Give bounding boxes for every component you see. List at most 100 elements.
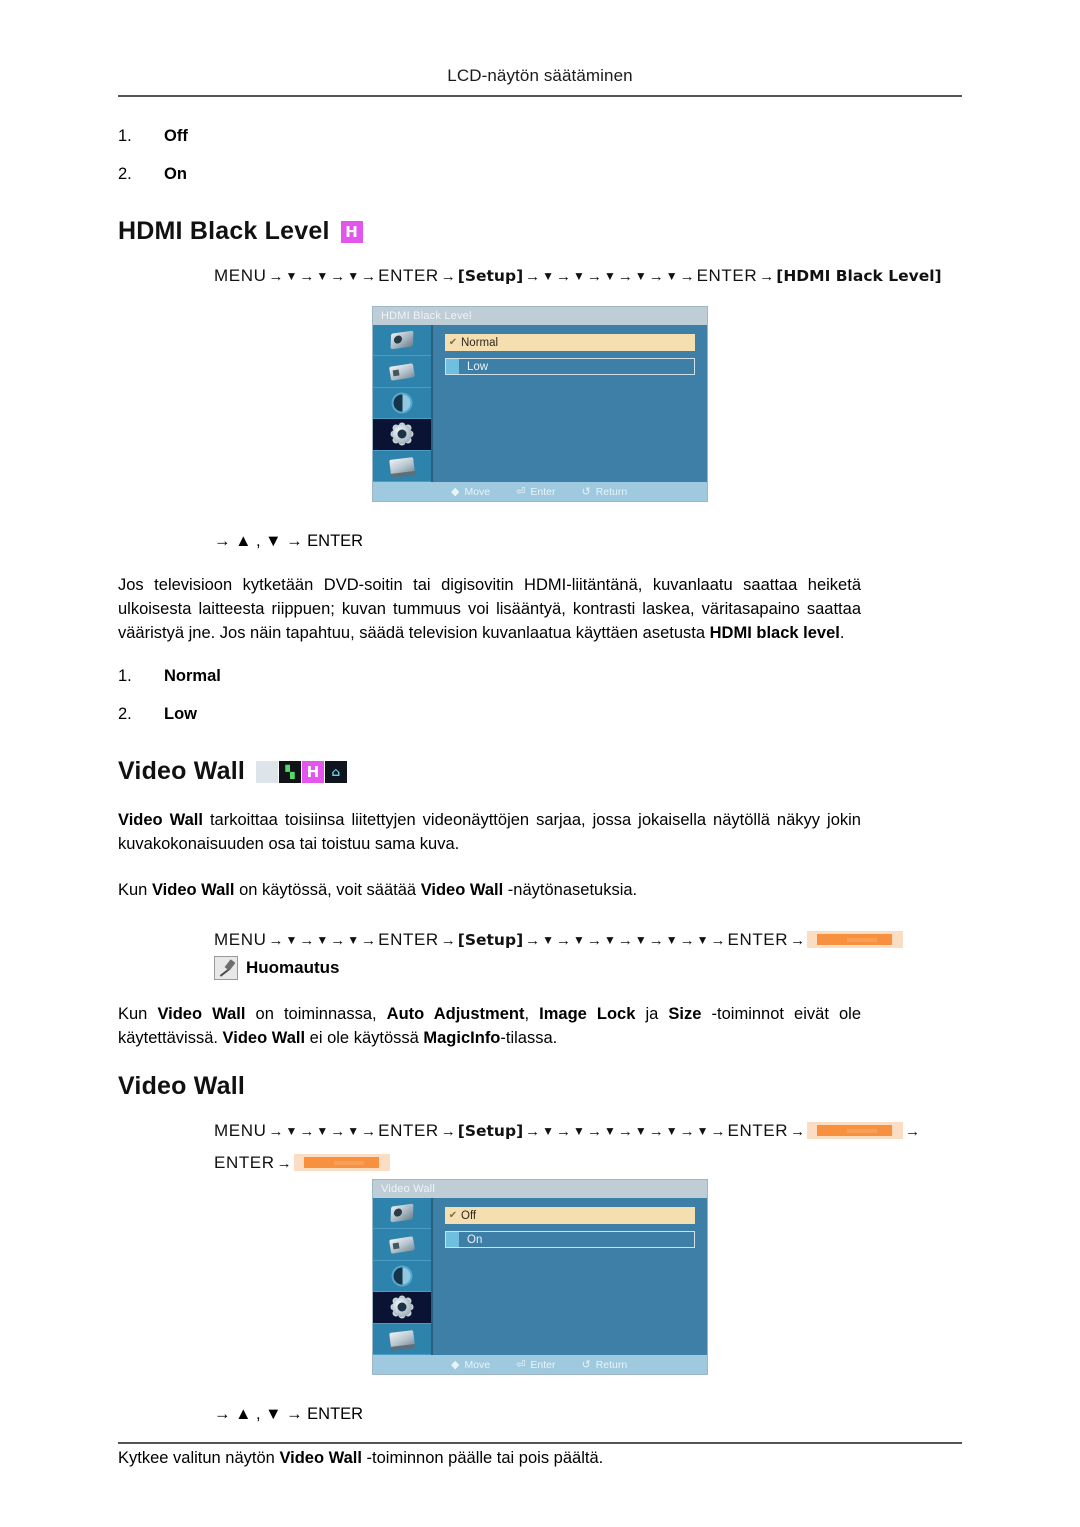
osd-sidebar-item-setup[interactable]	[373, 1292, 431, 1324]
down-arrow-icon: ▼	[603, 1124, 616, 1138]
arrow-icon: →	[525, 1123, 541, 1140]
arrow-icon: →	[648, 268, 664, 285]
t: Kun	[118, 881, 152, 899]
arrow-icon: →	[790, 1123, 806, 1140]
down-arrow-icon: ▼	[696, 933, 709, 947]
arrow-icon: →	[330, 932, 346, 949]
osd-option-selected[interactable]: ✔ Off	[445, 1207, 695, 1224]
osd-option-label: On	[467, 1233, 483, 1246]
arrow-icon: →	[648, 1123, 664, 1140]
enter-label: ENTER	[727, 1121, 789, 1140]
list-item: 1. Off	[118, 127, 962, 146]
arrow-icon: →	[440, 932, 456, 949]
osd-sidebar-item-picture[interactable]	[373, 325, 431, 357]
osd-option[interactable]: Low	[445, 358, 695, 375]
check-icon: ✔	[448, 1210, 458, 1221]
arrow-icon: →	[617, 1123, 633, 1140]
arrow-icon: →	[586, 932, 602, 949]
arrow-icon: →	[299, 932, 315, 949]
arrow-icon: →	[268, 268, 284, 285]
down-arrow-icon: ▼	[603, 933, 616, 947]
osd-sidebar-item-contrast[interactable]	[373, 1260, 431, 1293]
arrow-icon: →	[905, 1123, 921, 1140]
t: -näytönasetuksia.	[503, 881, 638, 899]
note-label: Huomautus	[246, 958, 340, 977]
enter-label: ENTER	[378, 930, 439, 949]
osd-screenshot-hdmi: HDMI Black Level ✔ Normal Low ◆ Move ⏎ E…	[118, 306, 962, 502]
arrow-icon: →	[586, 268, 602, 285]
osd-screenshot-video-wall: Video Wall ✔ Off On ◆ Move ⏎ Enter ↺ Ret…	[118, 1179, 962, 1375]
screen-icon	[389, 1329, 415, 1348]
heading-text: Video Wall	[118, 1072, 246, 1100]
list-number: 1.	[118, 667, 132, 685]
down-arrow-icon: ▼	[573, 933, 585, 947]
arrow-icon: →	[299, 1123, 315, 1140]
b: Video Wall	[279, 1449, 362, 1467]
osd-sidebar	[373, 1198, 433, 1356]
paragraph-bold: HDMI black level	[709, 624, 840, 642]
down-arrow-icon: ▼	[542, 933, 555, 947]
b: Video Wall	[420, 881, 504, 899]
enter-key-icon: ⏎	[516, 486, 526, 498]
arrow-icon: →	[361, 932, 377, 949]
osd-sidebar-item-card[interactable]	[373, 1229, 431, 1261]
osd-option[interactable]: On	[445, 1231, 695, 1248]
list-label: Normal	[164, 667, 221, 685]
down-arrow-icon: ▼	[542, 269, 555, 283]
osd-sidebar-item-screen[interactable]	[373, 1323, 431, 1356]
osd-sidebar-item-card[interactable]	[373, 356, 431, 388]
arrow-icon: →	[710, 932, 726, 949]
section-heading-video-wall-sub: Video Wall	[118, 1072, 962, 1101]
arrow-icon: →	[556, 268, 572, 285]
heading-text: Video Wall	[118, 757, 246, 785]
arrow-icon: →	[586, 1123, 602, 1140]
t: ,	[524, 1005, 540, 1023]
down-arrow-icon: ▼	[603, 269, 616, 283]
hdmi-options-list: 1. Normal 2. Low	[118, 667, 962, 724]
return-icon: ↺	[581, 486, 591, 498]
osd-sidebar-item-setup[interactable]	[373, 419, 431, 451]
enter-label: ENTER	[727, 930, 789, 949]
contrast-icon	[393, 1267, 411, 1285]
osd-options: ✔ Off On	[433, 1198, 707, 1355]
down-arrow-icon: ▼	[316, 269, 329, 283]
redacted-token	[807, 1122, 904, 1139]
osd-footer-move: ◆ Move	[451, 485, 491, 499]
down-arrow-icon: ▼	[665, 933, 678, 947]
card-icon	[389, 1235, 415, 1254]
arrow-icon: →	[710, 1123, 726, 1140]
heading-badges: ▚ H ⌂	[256, 760, 348, 783]
osd-window: HDMI Black Level ✔ Normal Low ◆ Move ⏎ E…	[372, 306, 708, 502]
card-icon	[389, 362, 415, 381]
arrow-icon: →	[299, 268, 315, 285]
down-arrow-icon: ▼	[347, 1124, 360, 1138]
note-pencil-icon	[214, 956, 238, 980]
menu-label: MENU	[214, 930, 267, 949]
list-label: Off	[164, 127, 188, 145]
t: ja	[635, 1005, 669, 1023]
menu-label: MENU	[214, 266, 267, 285]
osd-sidebar-item-picture[interactable]	[373, 1198, 431, 1230]
b: Image Lock	[539, 1005, 636, 1023]
arrow-icon: →	[276, 1155, 292, 1172]
osd-sidebar-item-screen[interactable]	[373, 450, 431, 483]
osd-option-selected[interactable]: ✔ Normal	[445, 334, 695, 351]
osd-sidebar-item-contrast[interactable]	[373, 387, 431, 420]
list-item: 2. Low	[118, 705, 962, 724]
footer-label: Enter	[530, 485, 556, 498]
arrow-icon: →	[790, 932, 806, 949]
contrast-icon	[393, 394, 411, 412]
osd-footer-enter: ⏎ Enter	[516, 485, 556, 499]
top-numbered-list: 1. Off 2. On	[118, 127, 962, 184]
picture-icon	[390, 330, 414, 350]
osd-footer: ◆ Move ⏎ Enter ↺ Return	[373, 1355, 707, 1374]
paragraph-hdmi-description: Jos televisioon kytketään DVD-soitin tai…	[118, 573, 861, 645]
arrow-icon: →	[556, 1123, 572, 1140]
key-hint-hdmi: → ▲ , ▼ → ENTER	[214, 532, 364, 550]
down-arrow-icon: ▼	[542, 1124, 555, 1138]
footer-label: Move	[464, 485, 491, 498]
osd-footer-enter: ⏎ Enter	[516, 1358, 555, 1372]
return-icon: ↺	[581, 1359, 591, 1371]
target-token: [HDMI Black Level]	[776, 267, 942, 285]
hdmi-badge-icon: H	[340, 220, 363, 243]
